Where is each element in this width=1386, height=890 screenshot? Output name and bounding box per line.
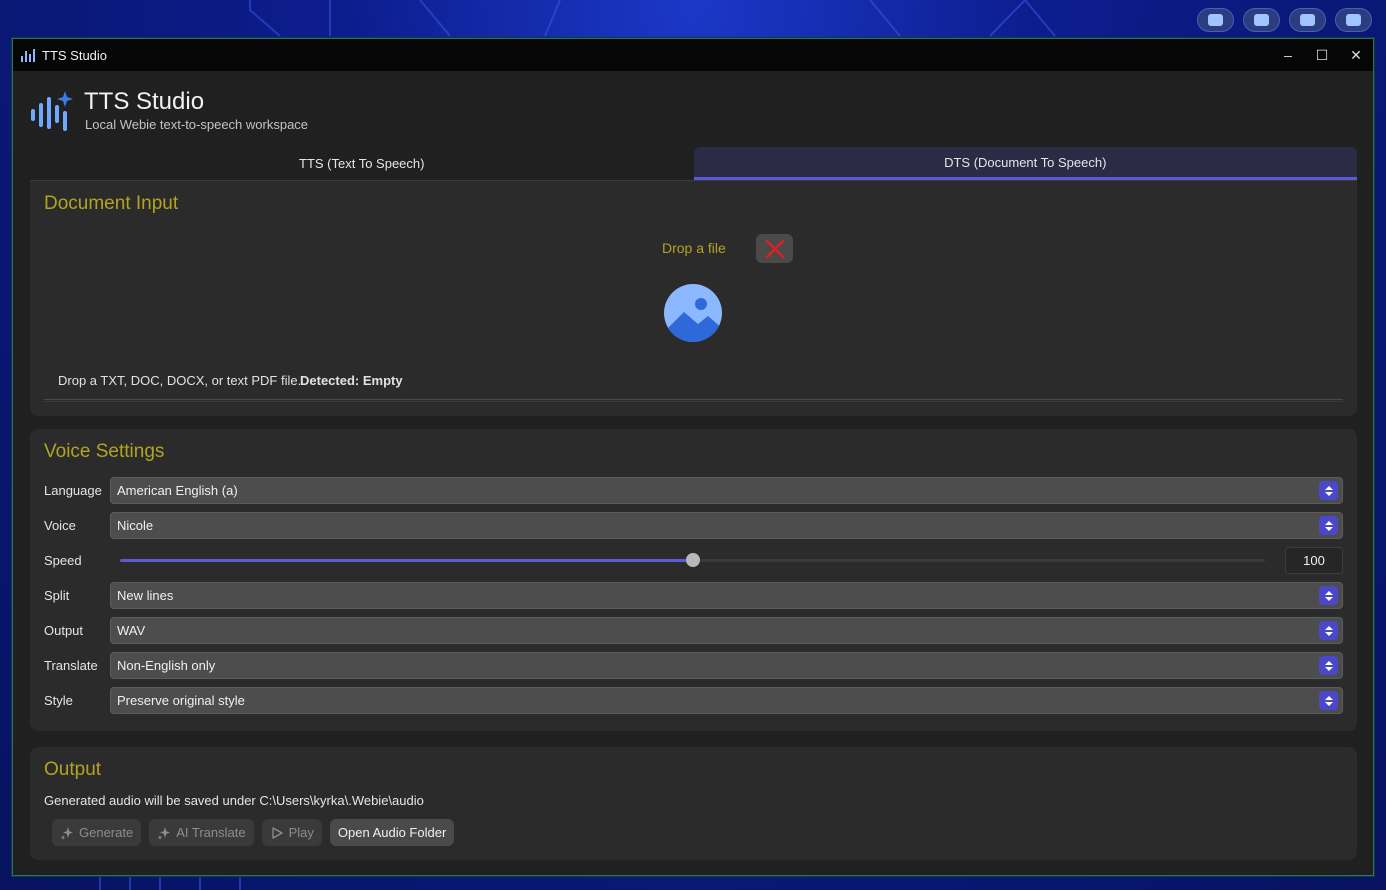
output-format-select[interactable]: WAV: [110, 617, 1343, 644]
drop-file-label: Drop a file: [662, 240, 726, 256]
language-label: Language: [44, 483, 102, 498]
clear-file-button[interactable]: [756, 234, 793, 263]
app-subtitle: Local Webie text-to-speech workspace: [85, 117, 309, 132]
minimize-button[interactable]: –: [1271, 39, 1305, 71]
speed-value-input[interactable]: 100: [1285, 547, 1343, 574]
tab-dts[interactable]: DTS (Document To Speech): [693, 147, 1357, 180]
app-content: TTS Studio Local Webie text-to-speech wo…: [30, 71, 1357, 875]
output-panel: Output Generated audio will be saved und…: [30, 747, 1357, 860]
app-title: TTS Studio: [84, 88, 205, 115]
open-audio-folder-label: Open Audio Folder: [337, 825, 447, 840]
split-select[interactable]: New lines: [110, 582, 1343, 609]
split-label: Split: [44, 588, 70, 603]
chevron-updown-icon: [1319, 586, 1338, 605]
chevron-updown-icon: [1319, 516, 1338, 535]
voice-row: Voice Nicole: [44, 512, 1343, 539]
app-logo-icon: [31, 91, 73, 131]
chevron-updown-icon: [1319, 621, 1338, 640]
speed-slider-thumb[interactable]: [685, 553, 700, 567]
split-row: Split New lines: [44, 582, 1343, 609]
voice-value: Nicole: [117, 518, 154, 533]
chevron-updown-icon: [1319, 691, 1338, 710]
tray-app-icon-2[interactable]: [1243, 8, 1280, 32]
translate-label: Translate: [44, 658, 98, 673]
style-value: Preserve original style: [117, 693, 245, 708]
output-format-value: WAV: [117, 623, 146, 638]
chevron-updown-icon: [1319, 481, 1338, 500]
language-value: American English (a): [117, 483, 238, 498]
output-format-row: Output WAV: [44, 617, 1343, 644]
tray-app-icon-3[interactable]: [1289, 8, 1326, 32]
output-path-text: Generated audio will be saved under C:\U…: [44, 793, 424, 808]
speed-row: Speed 100: [44, 547, 1343, 574]
language-select[interactable]: American English (a): [110, 477, 1343, 504]
voice-label: Voice: [44, 518, 76, 533]
maximize-button[interactable]: ☐: [1305, 39, 1339, 71]
translate-value: Non-English only: [117, 658, 216, 673]
image-placeholder-icon[interactable]: [664, 284, 722, 342]
style-row: Style Preserve original style: [44, 687, 1343, 714]
app-header: TTS Studio Local Webie text-to-speech wo…: [30, 87, 430, 135]
language-row: Language American English (a): [44, 477, 1343, 504]
speed-slider[interactable]: [120, 553, 1265, 567]
drop-hint-text: Drop a TXT, DOC, DOCX, or text PDF file.: [58, 373, 302, 388]
sparkle-icon: [158, 826, 171, 840]
translate-select[interactable]: Non-English only: [110, 652, 1343, 679]
app-window: TTS Studio – ☐ ✕ TTS Studio Local Webie …: [12, 38, 1374, 876]
translate-row: Translate Non-English only: [44, 652, 1343, 679]
style-select[interactable]: Preserve original style: [110, 687, 1343, 714]
document-input-panel: Document Input Drop a file Drop a TXT, D…: [30, 181, 1357, 416]
close-button[interactable]: ✕: [1339, 39, 1373, 71]
output-format-label: Output: [44, 623, 84, 638]
tray-app-icon-1[interactable]: [1197, 8, 1234, 32]
document-input-title: Document Input: [44, 193, 179, 214]
play-icon: [271, 826, 283, 839]
app-small-icon: [21, 48, 35, 62]
speed-slider-fill: [120, 559, 693, 562]
document-divider: [44, 399, 1343, 402]
generate-button[interactable]: Generate: [52, 819, 142, 846]
output-title: Output: [44, 759, 102, 780]
voice-settings-panel: Voice Settings Language American English…: [30, 429, 1357, 731]
window-title: TTS Studio: [42, 47, 108, 63]
chevron-updown-icon: [1319, 656, 1338, 675]
speed-label: Speed: [44, 553, 82, 568]
ai-translate-label: AI Translate: [176, 825, 246, 840]
mode-tabs: TTS (Text To Speech) DTS (Document To Sp…: [30, 147, 1357, 181]
title-bar[interactable]: TTS Studio – ☐ ✕: [13, 39, 1373, 71]
voice-select[interactable]: Nicole: [110, 512, 1343, 539]
window-controls: – ☐ ✕: [1271, 39, 1373, 71]
play-label: Play: [288, 825, 314, 840]
red-x-icon: [765, 239, 784, 258]
tab-tts[interactable]: TTS (Text To Speech): [30, 147, 694, 180]
ai-translate-button[interactable]: AI Translate: [149, 819, 254, 846]
sparkle-icon: [61, 826, 73, 840]
tray-app-icon-4[interactable]: [1335, 8, 1372, 32]
output-actions: Generate AI Translate Play Open Audio Fo…: [52, 819, 455, 846]
system-tray: [1197, 8, 1372, 32]
detected-status: Detected: Empty: [300, 373, 403, 388]
voice-settings-title: Voice Settings: [44, 441, 165, 462]
style-label: Style: [44, 693, 73, 708]
generate-label: Generate: [79, 825, 134, 840]
split-value: New lines: [117, 588, 174, 603]
open-audio-folder-button[interactable]: Open Audio Folder: [329, 819, 455, 846]
play-button[interactable]: Play: [261, 819, 322, 846]
